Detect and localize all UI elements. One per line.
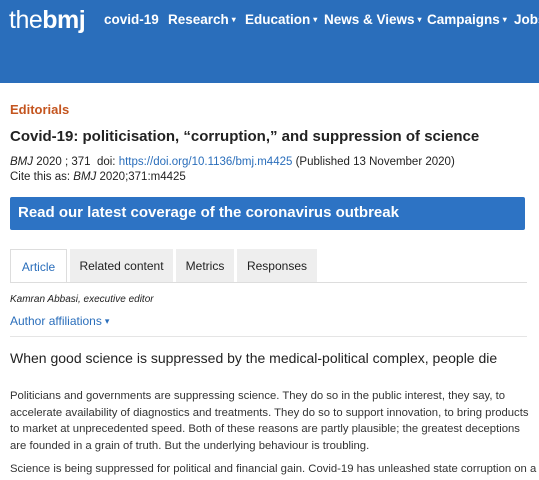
nav-item-covid19[interactable]: covid-19: [104, 12, 159, 27]
site-header: thebmj covid-19 Research ▾ Education ▾ New…: [0, 0, 539, 83]
nav-item-jobs[interactable]: Jobs: [514, 12, 539, 27]
section-label[interactable]: Editorials: [10, 102, 69, 117]
citation-line: BMJ 2020 ; 371 doi: https://doi.org/10.1…: [10, 156, 455, 168]
body-paragraph: Politicians and governments are suppress…: [10, 390, 529, 452]
coronavirus-coverage-banner[interactable]: Read our latest coverage of the coronavi…: [10, 197, 525, 230]
article-title: Covid-19: politicisation, “corruption,” …: [10, 128, 480, 145]
body-paragraph: Science is being suppressed for politica…: [10, 463, 537, 475]
tab-article[interactable]: Article: [10, 249, 67, 283]
nav-item-news-views[interactable]: News & Views ▾: [324, 12, 422, 27]
published-date: (Published 13 November 2020): [295, 156, 455, 168]
cite-journal: BMJ: [73, 171, 97, 183]
bmj-logo[interactable]: thebmj: [9, 6, 86, 35]
affiliations-label: Author affiliations: [10, 314, 102, 328]
author-affiliations-toggle[interactable]: Author affiliations ▾: [10, 314, 109, 328]
cite-ref: 2020;371:m4425: [99, 171, 186, 183]
journal-name: BMJ: [10, 156, 33, 168]
chevron-down-icon: ▾: [313, 15, 318, 24]
tab-metrics[interactable]: Metrics: [176, 249, 234, 283]
standfirst: When good science is suppressed by the m…: [10, 350, 498, 366]
chevron-down-icon: ▾: [231, 15, 236, 24]
doi-link[interactable]: https://doi.org/10.1136/bmj.m4425: [119, 156, 293, 168]
chevron-down-icon: ▾: [104, 316, 110, 326]
chevron-down-icon: ▾: [417, 15, 422, 24]
logo-bmj: bmj: [42, 6, 86, 34]
nav-item-education[interactable]: Education ▾: [245, 12, 317, 27]
year-volume: 2020 ; 371: [36, 156, 91, 168]
author-byline: Kamran Abbasi, executive editor: [10, 294, 154, 305]
tabs-divider: [10, 282, 527, 283]
content-divider: [10, 336, 527, 337]
tab-related-content[interactable]: Related content: [70, 249, 173, 283]
nav-item-research[interactable]: Research ▾: [168, 12, 236, 27]
nav-item-campaigns[interactable]: Campaigns ▾: [427, 12, 507, 27]
cite-prefix: Cite this as:: [10, 171, 71, 183]
chevron-down-icon: ▾: [502, 15, 507, 24]
tab-responses[interactable]: Responses: [237, 249, 317, 283]
doi-label: doi:: [96, 156, 116, 168]
logo-the: the: [9, 6, 43, 34]
banner-text: Read our latest coverage of the coronavi…: [18, 204, 399, 221]
cite-as-line: Cite this as: BMJ 2020;371:m4425: [10, 171, 186, 183]
